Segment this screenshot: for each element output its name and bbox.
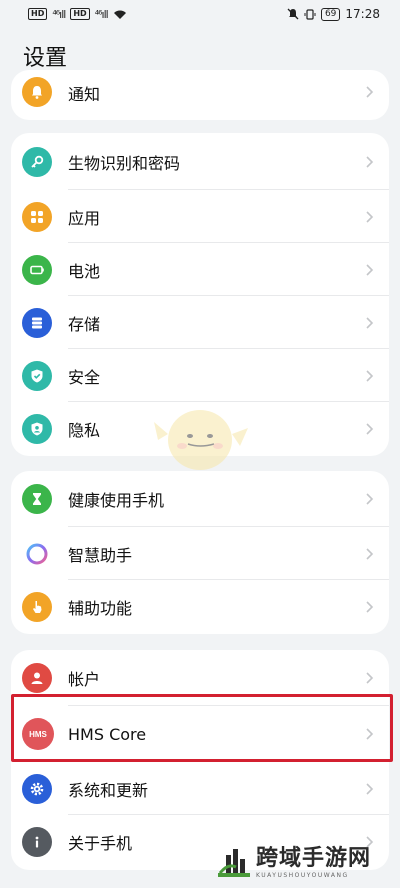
settings-group-account: 帐户 HMS HMS Core 系统和更新 关于手机 bbox=[11, 650, 389, 870]
settings-item-label: 应用 bbox=[68, 208, 101, 228]
chevron-right-icon bbox=[366, 155, 374, 168]
key-icon bbox=[22, 146, 52, 177]
chevron-right-icon bbox=[366, 422, 374, 435]
settings-item-system-update[interactable]: 系统和更新 bbox=[11, 762, 389, 815]
settings-item-account[interactable]: 帐户 bbox=[11, 650, 389, 706]
watermark-subtitle: KUAYUSHOUYOUWANG bbox=[256, 872, 349, 879]
settings-item-label: 生物识别和密码 bbox=[68, 153, 181, 173]
settings-item-label: 帐户 bbox=[68, 670, 101, 689]
chevron-right-icon bbox=[366, 210, 374, 223]
hd-badge-2: HD bbox=[70, 8, 90, 20]
settings-item-battery[interactable]: 电池 bbox=[11, 243, 389, 296]
status-bar: HD ⁴⁶ıll HD ⁴⁶ıll 69 17:28 bbox=[0, 0, 400, 28]
battery-icon bbox=[22, 254, 52, 285]
hourglass-icon bbox=[22, 484, 52, 514]
clock: 17:28 bbox=[345, 7, 380, 21]
shield-icon bbox=[22, 360, 52, 391]
chevron-right-icon bbox=[366, 493, 374, 505]
settings-item-assistant[interactable]: 智慧助手 bbox=[11, 527, 389, 580]
privacy-icon bbox=[22, 413, 52, 444]
chevron-right-icon bbox=[366, 600, 374, 613]
status-bar-left: HD ⁴⁶ıll HD ⁴⁶ıll bbox=[28, 8, 127, 21]
chevron-right-icon bbox=[366, 316, 374, 329]
settings-item-hms-core[interactable]: HMS HMS Core bbox=[11, 706, 389, 762]
account-icon bbox=[22, 663, 52, 693]
watermark-title: 跨域手游网 bbox=[256, 845, 372, 871]
chevron-right-icon bbox=[366, 672, 374, 684]
apps-grid-icon bbox=[22, 201, 52, 232]
chevron-right-icon bbox=[366, 86, 374, 98]
settings-item-label: 关于手机 bbox=[68, 833, 133, 853]
wifi-icon bbox=[113, 10, 126, 19]
settings-item-notifications[interactable]: 通知 bbox=[11, 70, 389, 120]
assistant-ring-icon bbox=[22, 538, 52, 569]
settings-item-label: 健康使用手机 bbox=[68, 491, 165, 510]
mute-bell-icon bbox=[287, 8, 299, 20]
settings-item-label: 通知 bbox=[68, 85, 101, 104]
site-watermark: 跨域手游网 KUAYUSHOUYOUWANG bbox=[216, 840, 371, 879]
page-title: 设置 bbox=[23, 46, 68, 71]
storage-icon bbox=[22, 307, 52, 338]
chevron-right-icon bbox=[366, 728, 374, 740]
info-icon bbox=[22, 826, 52, 857]
settings-group-notifications: 通知 bbox=[11, 70, 389, 120]
hd-badge: HD bbox=[28, 8, 48, 20]
gear-icon bbox=[22, 773, 52, 804]
settings-item-label: 系统和更新 bbox=[68, 780, 149, 800]
settings-item-label: 存储 bbox=[68, 314, 101, 334]
settings-item-biometrics[interactable]: 生物识别和密码 bbox=[11, 133, 389, 190]
settings-item-label: 隐私 bbox=[68, 420, 101, 440]
chevron-right-icon bbox=[366, 782, 374, 795]
settings-item-label: 安全 bbox=[68, 367, 101, 387]
chevron-right-icon bbox=[366, 263, 374, 276]
chevron-right-icon bbox=[366, 369, 374, 382]
signal-icon-2: ⁴⁶ıll bbox=[94, 7, 109, 21]
settings-item-label: HMS Core bbox=[68, 724, 147, 744]
settings-group-wellbeing: 健康使用手机 智慧助手 辅助功能 bbox=[11, 471, 389, 634]
vibrate-icon bbox=[304, 9, 316, 20]
building-logo-icon bbox=[218, 849, 250, 877]
settings-item-storage[interactable]: 存储 bbox=[11, 296, 389, 349]
bell-icon bbox=[22, 77, 52, 107]
status-bar-right: 69 17:28 bbox=[287, 7, 380, 21]
settings-item-label: 智慧助手 bbox=[68, 545, 133, 565]
settings-item-label: 电池 bbox=[68, 261, 101, 281]
hms-icon: HMS bbox=[22, 718, 54, 750]
settings-item-apps[interactable]: 应用 bbox=[11, 190, 389, 243]
hms-icon-text: HMS bbox=[29, 729, 47, 739]
signal-icon: ⁴⁶ıll bbox=[52, 7, 66, 21]
hand-icon bbox=[22, 591, 52, 622]
mascot-watermark-icon bbox=[154, 410, 248, 470]
battery-indicator: 69 bbox=[320, 7, 341, 21]
settings-item-accessibility[interactable]: 辅助功能 bbox=[11, 580, 389, 633]
settings-item-label: 辅助功能 bbox=[68, 598, 133, 618]
chevron-right-icon bbox=[366, 547, 374, 560]
